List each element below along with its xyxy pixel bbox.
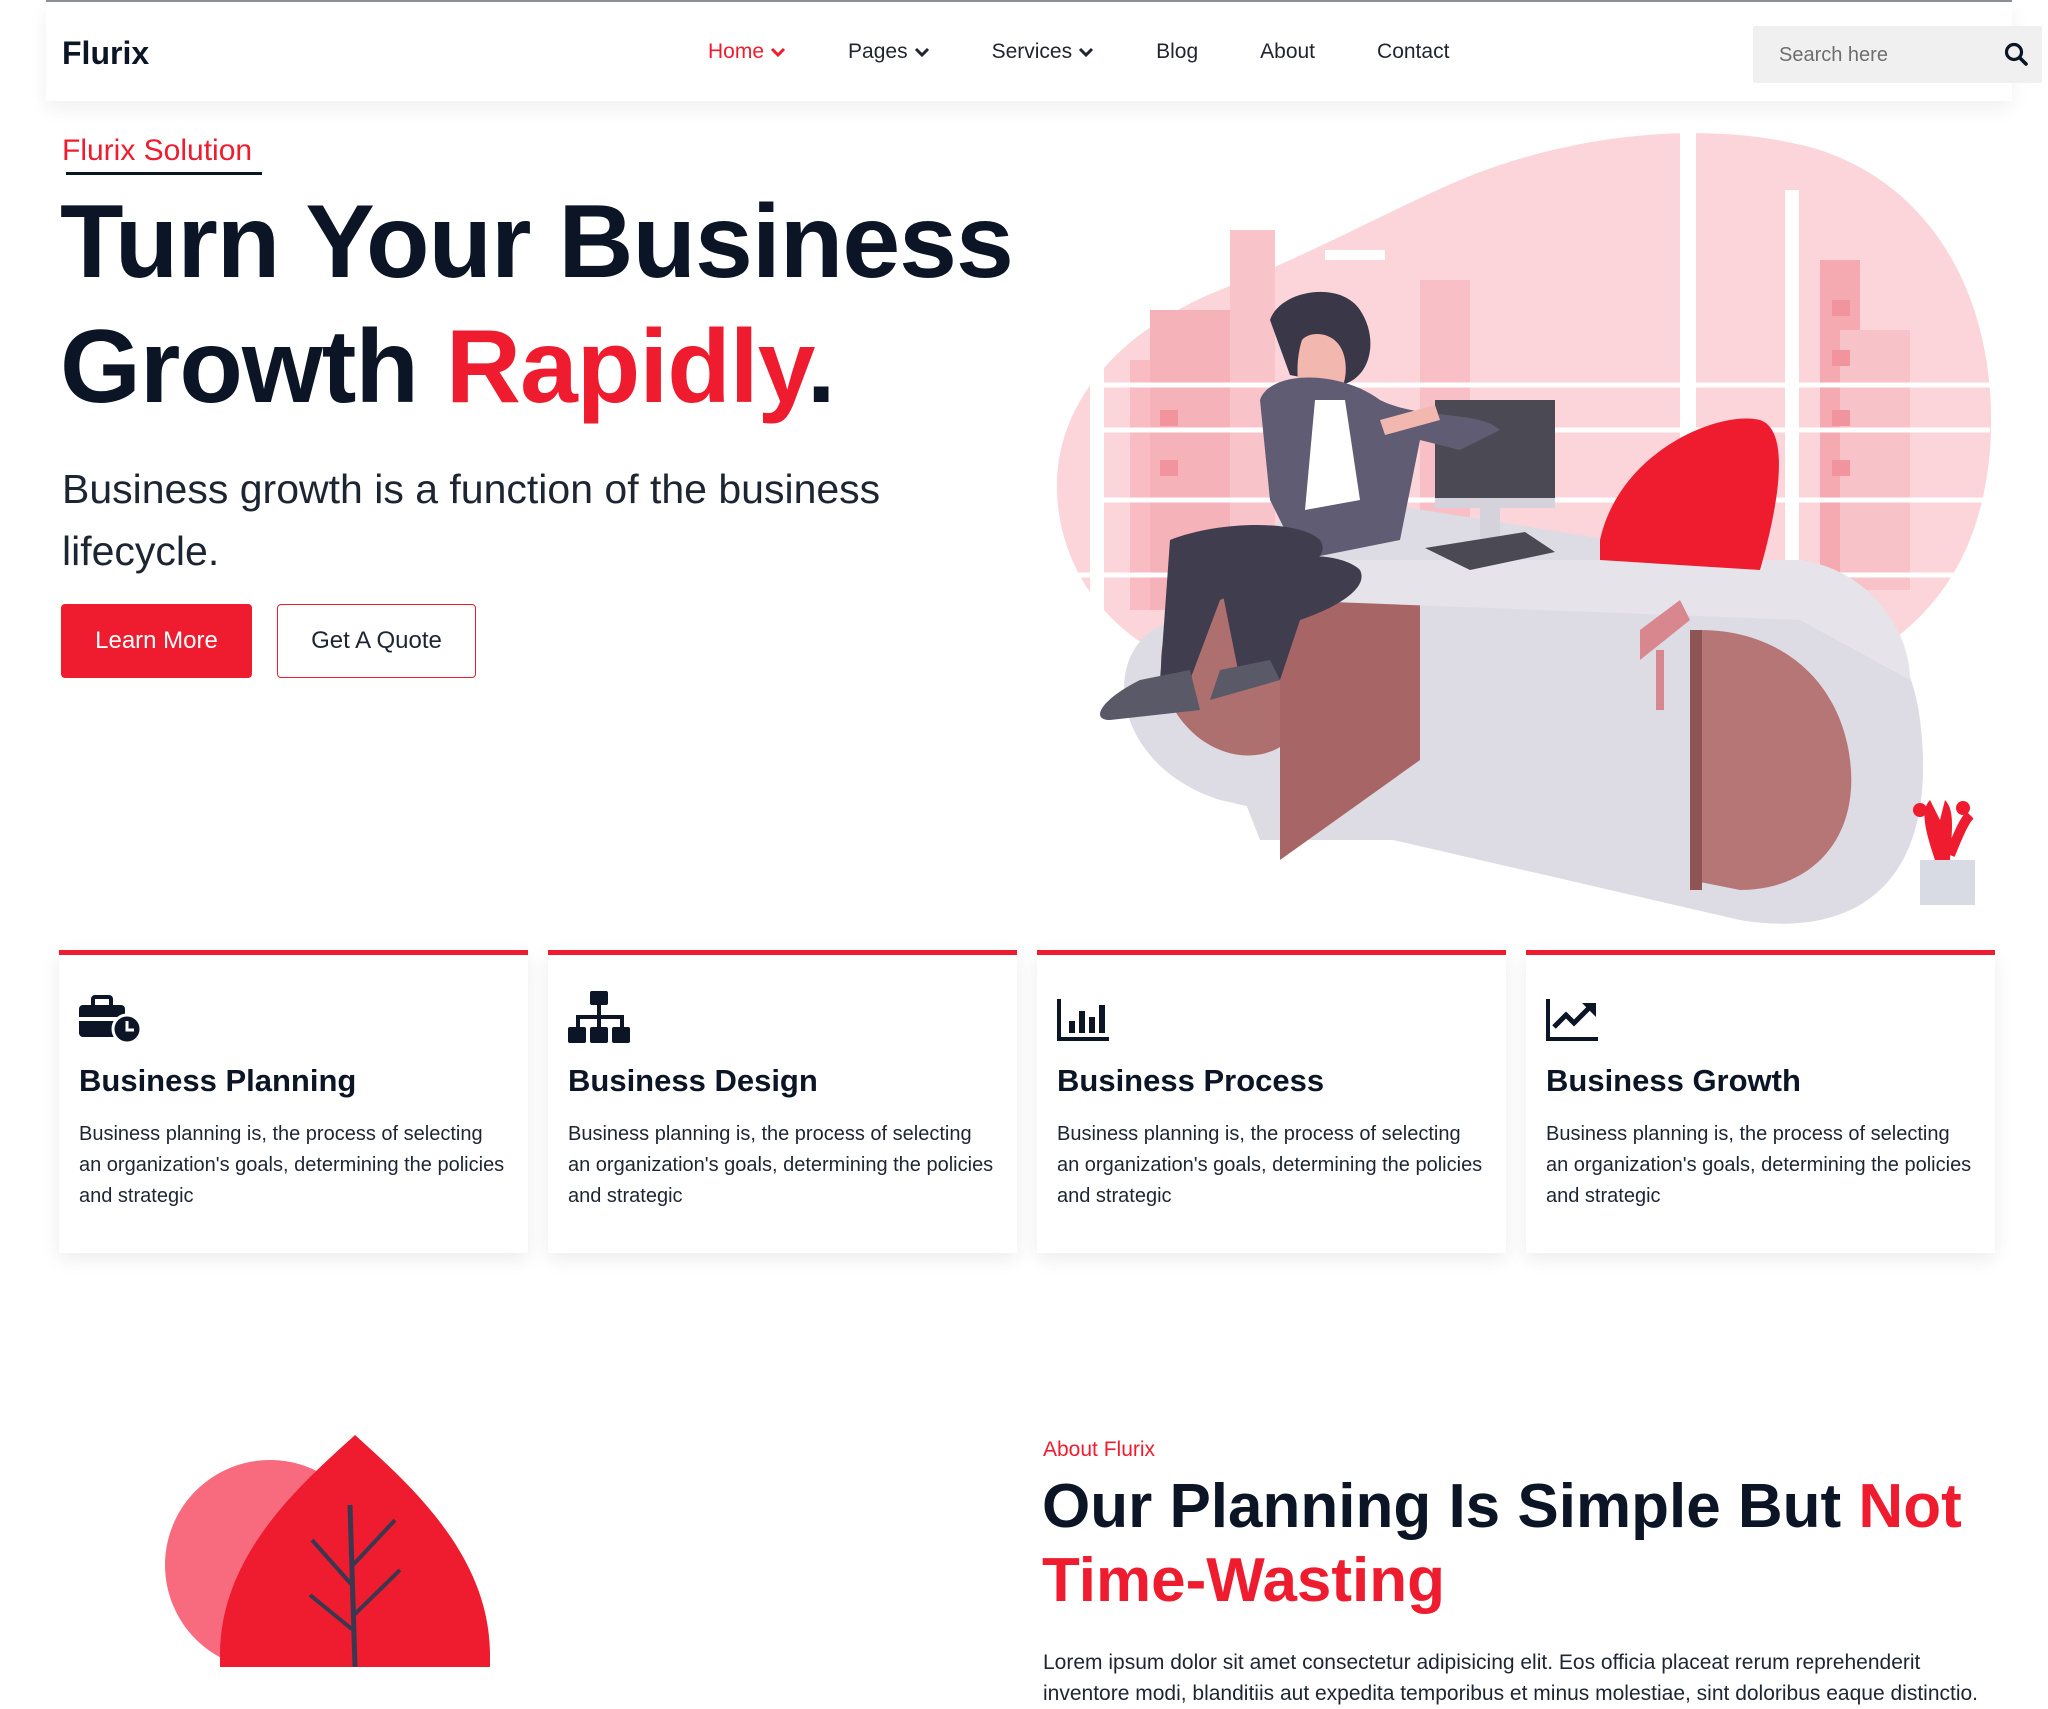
nav-item-blog[interactable]: Blog [1156, 40, 1198, 64]
search-input[interactable] [1753, 26, 2011, 85]
search-box [1753, 26, 2042, 85]
service-card-process[interactable]: Business Process Business planning is, t… [1037, 950, 1506, 1253]
nav-item-contact[interactable]: Contact [1377, 40, 1449, 64]
hero-title-accent: Rapidly [445, 309, 808, 425]
hero-subtitle: Business growth is a function of the bus… [62, 466, 881, 574]
nav-label: Contact [1377, 40, 1450, 63]
logo[interactable]: Flurix [62, 35, 149, 72]
card-title: Business Planning [79, 1063, 357, 1098]
card-title: Business Process [1057, 1063, 1325, 1098]
chevron-down-icon [770, 47, 786, 58]
learn-more-button[interactable]: Learn More [61, 604, 252, 678]
card-text: Business planning is, the process of sel… [79, 1123, 505, 1207]
hero-title-line1: Turn Your Business [60, 184, 1014, 300]
card-text: Business planning is, the process of sel… [1546, 1123, 1972, 1207]
card-title: Business Design [568, 1063, 818, 1098]
nav-label: About [1260, 40, 1316, 63]
trend-up-icon [1546, 999, 1598, 1041]
service-card-planning[interactable]: Business Planning Business planning is, … [59, 950, 528, 1253]
leaf-illustration [165, 1435, 490, 1667]
nav-label: Blog [1156, 40, 1199, 63]
card-text: Business planning is, the process of sel… [568, 1123, 994, 1207]
about-title-main: Our Planning Is Simple But [1042, 1472, 1859, 1541]
chevron-down-icon [1079, 47, 1094, 58]
about-eyebrow: About Flurix [1043, 1438, 1156, 1461]
nav-label: Pages [848, 40, 908, 63]
service-card-growth[interactable]: Business Growth Business planning is, th… [1526, 950, 1995, 1253]
hero-illustration [1056, 120, 1992, 924]
about-paragraph: Lorem ipsum dolor sit amet consectetur a… [1043, 1651, 1979, 1705]
get-a-quote-button[interactable]: Get A Quote [277, 604, 476, 678]
chevron-down-icon [914, 47, 929, 58]
card-text: Business planning is, the process of sel… [1057, 1123, 1483, 1207]
hero-title-period: . [806, 309, 836, 425]
briefcase-clock-icon [79, 995, 143, 1045]
card-title: Business Growth [1546, 1063, 1801, 1098]
hero-title-line2: Growth [60, 309, 446, 425]
nav-label: Services [991, 40, 1073, 63]
about-title: Our Planning Is Simple But Not Time-Wast… [1042, 1470, 2002, 1618]
main-nav: Home Pages Services Blog About Contact [708, 40, 1511, 64]
nav-label: Home [708, 40, 765, 63]
service-card-design[interactable]: Business Design Business planning is, th… [548, 950, 1017, 1253]
search-icon[interactable] [2002, 40, 2032, 70]
nav-item-home[interactable]: Home [708, 40, 786, 64]
hero-eyebrow: Flurix Solution [62, 134, 253, 167]
nav-item-pages[interactable]: Pages [848, 40, 930, 64]
eyebrow-underline [66, 172, 262, 175]
sitemap-icon [568, 991, 630, 1043]
site-header: Flurix Home Pages Services Blog About Co… [46, 2, 2042, 101]
bar-chart-icon [1057, 999, 1109, 1041]
nav-item-about[interactable]: About [1260, 40, 1315, 64]
hero-title: Turn Your Business Growth Rapidly. [60, 180, 1014, 430]
nav-item-services[interactable]: Services [992, 40, 1095, 64]
